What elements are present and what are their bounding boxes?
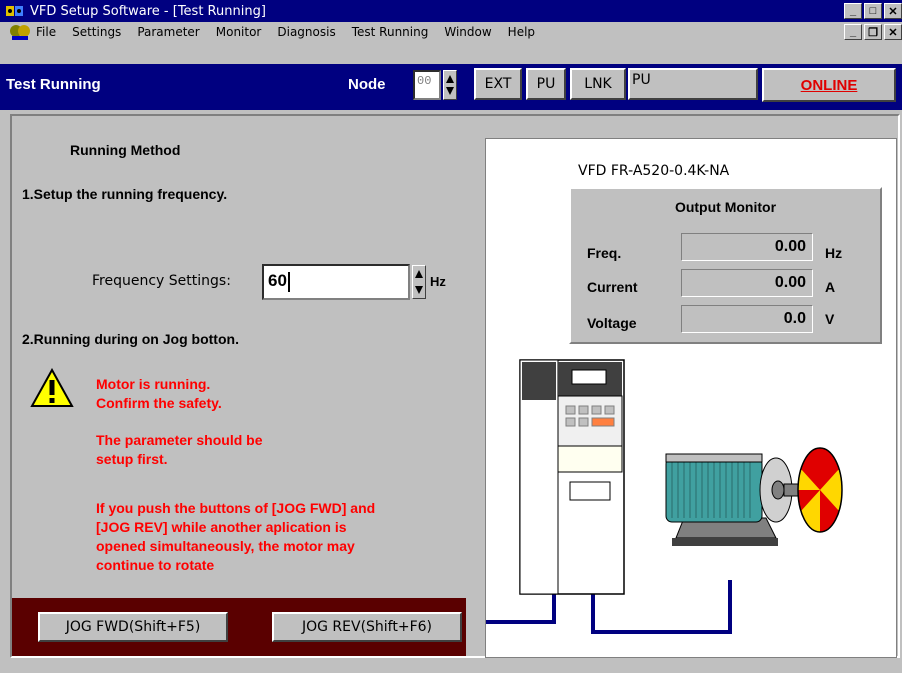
online-button[interactable]: ONLINE <box>762 68 896 102</box>
menu-monitor[interactable]: Monitor <box>216 25 262 39</box>
warning-simultaneous-app: If you push the buttons of [JOG FWD] and… <box>96 499 375 575</box>
warning-icon <box>30 367 74 408</box>
warning-parameter-setup: The parameter should be setup first. <box>96 431 262 469</box>
close-button[interactable]: ✕ <box>884 3 902 19</box>
jog-fwd-button[interactable]: JOG FWD(Shift+F5) <box>38 612 228 642</box>
current-label: Current <box>587 279 638 295</box>
pu-button[interactable]: PU <box>526 68 566 100</box>
running-method-heading: Running Method <box>70 142 181 158</box>
menu-window[interactable]: Window <box>444 25 491 39</box>
frequency-input[interactable]: 60 <box>262 264 410 300</box>
page-title: Test Running <box>6 76 101 93</box>
window-titlebar: VFD Setup Software - [Test Running] _ □ … <box>0 0 902 22</box>
status-footer <box>0 660 902 673</box>
window-title: VFD Setup Software - [Test Running] <box>30 3 266 19</box>
menu-test-running[interactable]: Test Running <box>352 25 429 39</box>
operation-mode-field: PU <box>628 68 758 100</box>
lnk-button[interactable]: LNK <box>570 68 626 100</box>
maximize-button[interactable]: □ <box>864 3 882 19</box>
node-spinner[interactable] <box>443 70 457 100</box>
motor-icon <box>665 453 803 546</box>
warning-line: Motor is running. <box>96 376 211 392</box>
freq-up-icon[interactable] <box>415 270 423 278</box>
current-value: 0.00 <box>681 269 813 297</box>
output-monitor: Output Monitor Freq. 0.00 Hz Current 0.0… <box>569 187 882 344</box>
freq-label: Freq. <box>587 245 622 261</box>
freq-unit: Hz <box>825 245 843 261</box>
ext-button[interactable]: EXT <box>474 68 522 100</box>
voltage-unit: V <box>825 311 835 327</box>
frequency-unit: Hz <box>430 274 446 289</box>
menu-file[interactable]: File <box>36 25 56 39</box>
warning-line: The parameter should be <box>96 432 263 448</box>
jog-rev-button[interactable]: JOG REV(Shift+F6) <box>272 612 462 642</box>
spin-down-icon[interactable] <box>446 87 454 95</box>
voltage-value: 0.0 <box>681 305 813 333</box>
text-caret <box>287 271 290 292</box>
menu-settings[interactable]: Settings <box>72 25 121 39</box>
frequency-settings-label: Frequency Settings: <box>92 273 231 289</box>
warning-line: continue to rotate <box>96 557 215 573</box>
vfd-drive-icon <box>519 359 625 595</box>
doc-restore-button[interactable]: ❐ <box>864 24 882 40</box>
app-icon[interactable] <box>6 4 24 18</box>
step1-label: 1.Setup the running frequency. <box>22 186 228 202</box>
menu-diagnosis[interactable]: Diagnosis <box>277 25 335 39</box>
freq-value: 0.00 <box>681 233 813 261</box>
menu-help[interactable]: Help <box>508 25 535 39</box>
warning-line: If you push the buttons of [JOG FWD] and <box>96 500 376 516</box>
doc-close-button[interactable]: ✕ <box>884 24 902 40</box>
frequency-spinner[interactable] <box>412 265 426 299</box>
document-icon[interactable] <box>8 23 32 41</box>
warning-line: setup first. <box>96 451 168 467</box>
node-field[interactable]: 00 <box>413 70 441 100</box>
current-unit: A <box>825 279 836 295</box>
menu-parameter[interactable]: Parameter <box>137 25 199 39</box>
node-label: Node <box>348 76 386 93</box>
header-bar: Test Running Node 00 EXT PU LNK PU ONLIN… <box>0 64 902 110</box>
spin-up-icon[interactable] <box>446 75 454 83</box>
doc-minimize-button[interactable]: _ <box>844 24 862 40</box>
warning-line: opened simultaneously, the motor may <box>96 538 355 554</box>
output-monitor-title: Output Monitor <box>674 199 777 215</box>
warning-line: Confirm the safety. <box>96 395 222 411</box>
warning-line: [JOG REV] while another aplication is <box>96 519 347 535</box>
minimize-button[interactable]: _ <box>844 3 862 19</box>
drive-motor-illustration <box>486 359 843 634</box>
vfd-model-label: VFD FR-A520-0.4K-NA <box>578 163 730 179</box>
rotating-disk-icon <box>797 447 843 533</box>
step2-label: 2.Running during on Jog botton. <box>22 331 239 347</box>
voltage-label: Voltage <box>587 315 637 331</box>
warning-motor-running: Motor is running. Confirm the safety. <box>96 375 222 413</box>
freq-down-icon[interactable] <box>415 286 423 294</box>
menu-bar: File Settings Parameter Monitor Diagnosi… <box>0 22 902 42</box>
frequency-value: 60 <box>268 271 287 290</box>
